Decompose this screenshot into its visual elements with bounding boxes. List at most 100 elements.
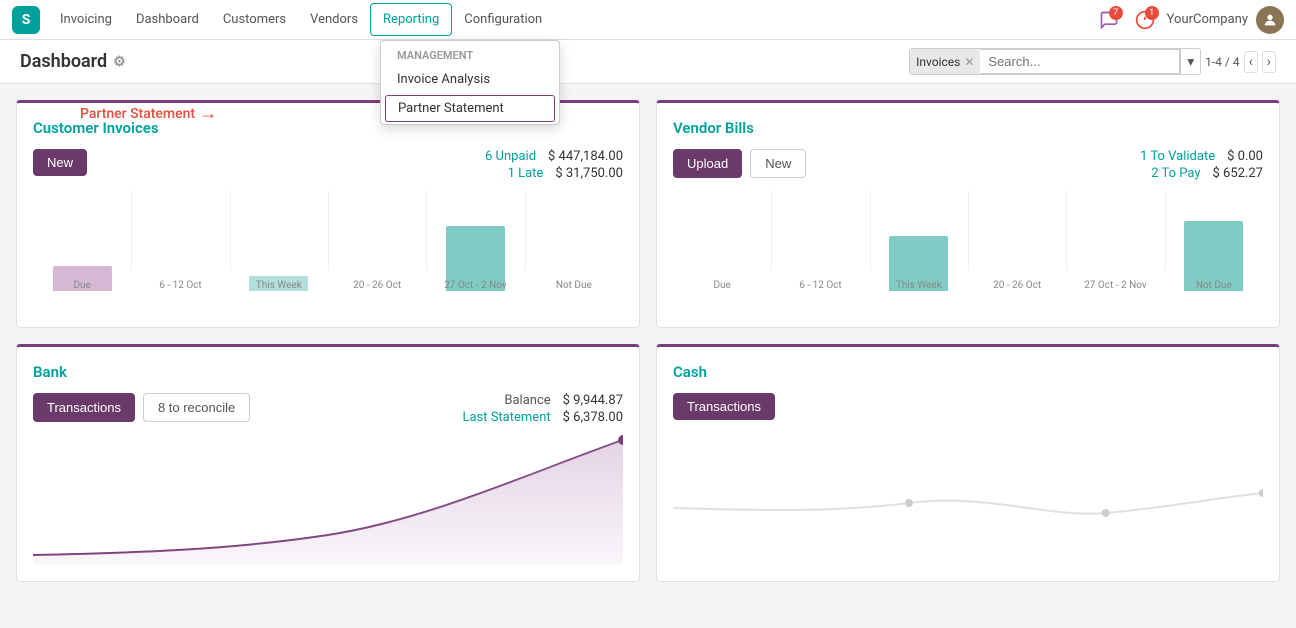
bar-due-label: Due [73,280,90,291]
bar-this-week: This Week [230,191,328,291]
partner-statement-label: Partner Statement [80,106,195,122]
search-dropdown-button[interactable]: ▾ [1180,49,1200,74]
balance-value: $ 9,944.87 [563,393,623,408]
bar-divider-3 [328,191,329,271]
dropdown-invoice-analysis[interactable]: Invoice Analysis [381,66,559,93]
vbar-6-12: 6 - 12 Oct [771,191,869,291]
customer-invoices-new-button[interactable]: New [33,149,87,176]
bank-transactions-button[interactable]: Transactions [33,393,135,422]
cash-transactions-button[interactable]: Transactions [673,393,775,420]
pagination-text: 1-4 / 4 [1205,55,1239,69]
user-avatar[interactable] [1256,6,1284,34]
vendor-bills-chart: Due 6 - 12 Oct This Week 20 - 26 Oct 27 [673,191,1263,311]
search-tag-remove[interactable]: ✕ [964,55,974,69]
unpaid-label: 6 Unpaid [485,149,536,164]
customer-invoices-panel: Customer Invoices New 6 Unpaid $ 447,184… [16,100,640,328]
bar-not-due-label: Not Due [556,280,592,291]
reporting-dropdown: Management Invoice Analysis Partner Stat… [380,40,560,125]
topnav-right: 7 1 YourCompany [1095,6,1284,34]
app-logo[interactable]: S [12,6,40,34]
message-notification[interactable]: 7 [1095,6,1123,34]
customer-invoices-chart: Due 6 - 12 Oct This Week 20 - 26 Oct 27 [33,191,623,311]
pay-label: 2 To Pay [1151,166,1200,181]
bar-divider-4 [426,191,427,271]
bar-27-oct-2-nov: 27 Oct - 2 Nov [426,191,524,291]
cash-header: Transactions [673,393,1263,420]
customer-invoices-buttons: New [33,149,87,176]
search-tag-label: Invoices [916,55,960,69]
late-label: 1 Late [508,166,544,181]
page-header: Dashboard ⚙ Invoices ✕ ▾ 1-4 / 4 ‹ › [0,40,1296,84]
nav-dashboard[interactable]: Dashboard [124,4,211,35]
customer-invoices-stats: 6 Unpaid $ 447,184.00 1 Late $ 31,750.00 [485,149,623,183]
customer-invoices-header: New 6 Unpaid $ 447,184.00 1 Late $ 31,75… [33,149,623,183]
bar-6-12-label: 6 - 12 Oct [159,280,201,291]
vbar-due: Due [673,191,771,291]
bar-divider-5 [525,191,526,271]
bar-divider-2 [230,191,231,271]
vbar-divider-5 [1165,191,1166,271]
vbar-not-due: Not Due [1165,191,1263,291]
bank-panel: Bank Transactions 8 to reconcile Balance… [16,344,640,582]
page-title-area: Dashboard ⚙ [20,51,126,72]
bar-20-26-oct: 20 - 26 Oct [328,191,426,291]
pagination-next[interactable]: › [1262,51,1276,73]
vendor-bills-header: Upload New 1 To Validate $ 0.00 2 To Pay… [673,149,1263,183]
validate-value: $ 0.00 [1227,149,1263,164]
vbar-divider-4 [1066,191,1067,271]
balance-label: Balance [504,393,550,408]
vendor-bills-stats: 1 To Validate $ 0.00 2 To Pay $ 652.27 [1140,149,1263,183]
vbar-not-due-label: Not Due [1196,280,1232,291]
dropdown-section-management: Management [381,41,559,66]
validate-label: 1 To Validate [1140,149,1215,164]
bar-20-26-label: 20 - 26 Oct [353,280,401,291]
nav-customers[interactable]: Customers [211,4,298,35]
main-content: Customer Invoices New 6 Unpaid $ 447,184… [0,84,1296,598]
search-area: Invoices ✕ ▾ 1-4 / 4 ‹ › [909,48,1276,75]
settings-gear-icon[interactable]: ⚙ [113,54,126,70]
pagination: 1-4 / 4 ‹ › [1205,51,1276,73]
last-statement-value: $ 6,378.00 [563,410,623,425]
vbar-27-oct: 27 Oct - 2 Nov [1066,191,1164,291]
alert-notification[interactable]: 1 [1131,6,1159,34]
cash-panel: Cash Transactions [656,344,1280,582]
top-navigation: S Invoicing Dashboard Customers Vendors … [0,0,1296,40]
last-statement-label: Last Statement [462,410,550,425]
search-tag-invoices: Invoices ✕ [910,49,980,74]
bar-6-12-oct: 6 - 12 Oct [131,191,229,291]
nav-reporting[interactable]: Reporting [370,3,452,36]
vendor-bills-panel: Vendor Bills Upload New 1 To Validate $ … [656,100,1280,328]
reconcile-button[interactable]: 8 to reconcile [143,393,250,422]
pagination-prev[interactable]: ‹ [1244,51,1258,73]
nav-configuration[interactable]: Configuration [452,4,554,35]
bank-buttons: Transactions 8 to reconcile [33,393,250,422]
bank-title: Bank [33,363,623,381]
search-input[interactable] [980,49,1180,74]
vendor-bills-title: Vendor Bills [673,119,1263,137]
vbar-this-week: This Week [870,191,968,291]
dropdown-partner-statement[interactable]: Partner Statement [385,95,555,122]
vendor-bills-new-button[interactable]: New [750,149,806,178]
nav-invoicing[interactable]: Invoicing [48,4,124,35]
bar-due: Due [33,191,131,291]
bank-header: Transactions 8 to reconcile Balance $ 9,… [33,393,623,427]
pay-value: $ 652.27 [1213,166,1264,181]
cash-buttons: Transactions [673,393,775,420]
vbar-divider-1 [771,191,772,271]
vbar-due-label: Due [713,280,730,291]
bar-27-oct-label: 27 Oct - 2 Nov [444,280,507,291]
vbar-divider-3 [968,191,969,271]
bar-this-week-label: This Week [256,280,302,291]
page-title-text: Dashboard [20,51,107,72]
partner-statement-arrow-icon: → [199,103,217,124]
vendor-bills-buttons: Upload New [673,149,806,178]
message-badge: 7 [1109,6,1123,20]
partner-statement-indicator: Partner Statement → [80,103,217,124]
nav-items: Invoicing Dashboard Customers Vendors Re… [48,3,554,36]
unpaid-value: $ 447,184.00 [548,149,623,164]
vbar-20-26-label: 20 - 26 Oct [993,280,1041,291]
upload-button[interactable]: Upload [673,149,742,178]
late-value: $ 31,750.00 [555,166,623,181]
nav-vendors[interactable]: Vendors [298,4,370,35]
bar-not-due: Not Due [525,191,623,291]
